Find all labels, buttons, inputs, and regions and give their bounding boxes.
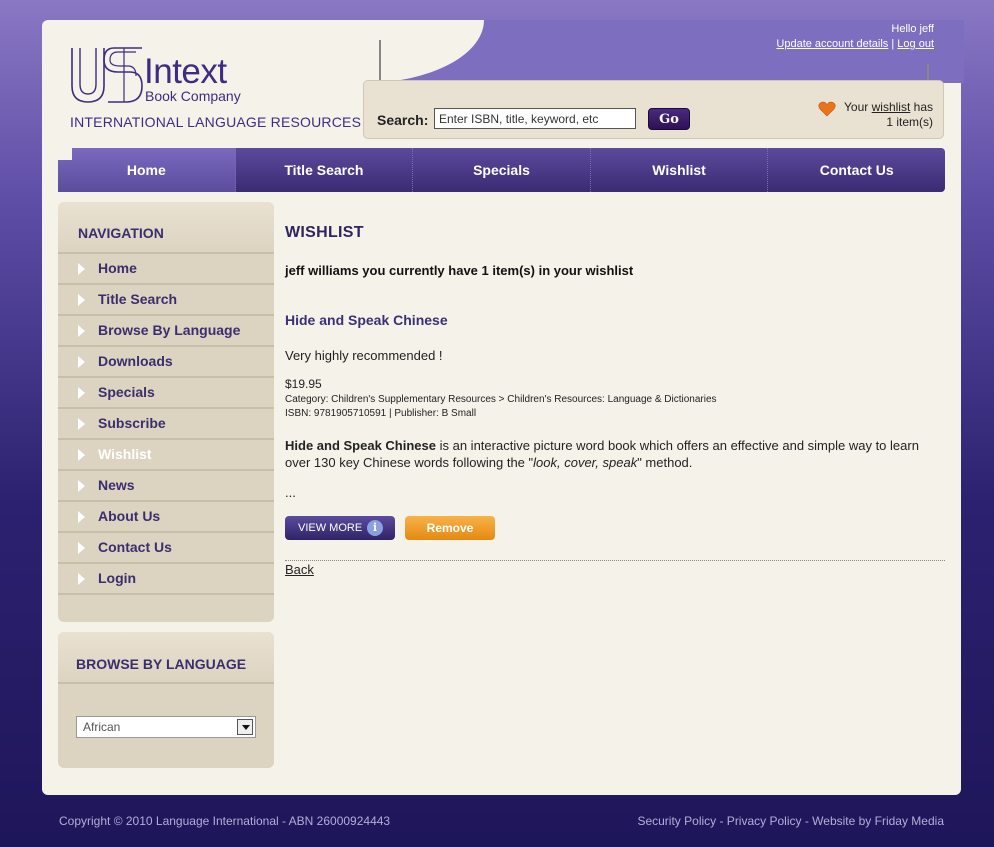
info-icon: i [367,520,383,536]
arrow-right-icon [78,325,85,337]
sidebar-item-label: Specials [98,384,155,400]
logo-wordmark: Intext [144,52,227,91]
arrow-right-icon [78,387,85,399]
arrow-right-icon [78,573,85,585]
sidebar-item-label: Contact Us [98,539,172,555]
book-title[interactable]: Hide and Speak Chinese [285,312,448,328]
search-panel: Search: Go Your wishlist has 1 item(s) [363,80,944,139]
view-more-button[interactable]: VIEW MORE i [285,516,395,540]
book-recommendation: Very highly recommended ! [285,348,443,363]
browse-by-language-heading: BROWSE BY LANGUAGE [58,632,274,684]
book-desc-part2: " method. [637,455,693,470]
page-title: WISHLIST [285,224,364,241]
greeting: Hello jeff [891,23,934,35]
sidebar-item-about-us[interactable]: About Us [58,502,274,533]
sidebar-item-subscribe[interactable]: Subscribe [58,409,274,440]
sidebar-item-label: Title Search [98,291,178,307]
nav-home[interactable]: Home [58,148,236,192]
nav-contact-us[interactable]: Contact Us [768,148,945,192]
search-label: Search: [377,112,429,128]
logo-mark-icon [71,47,143,103]
book-isbn-publisher: ISBN: 9781905710591 | Publisher: B Small [285,408,477,419]
browse-by-language-panel: BROWSE BY LANGUAGE African [58,632,274,768]
nav-specials[interactable]: Specials [413,148,591,192]
wishlist-count: 1 item(s) [886,115,933,129]
wishlist-summary: Your wishlist has 1 item(s) [844,100,933,130]
wishlist-link[interactable]: wishlist [872,100,911,114]
sidebar-item-login[interactable]: Login [58,564,274,595]
sidebar-item-contact-us[interactable]: Contact Us [58,533,274,564]
arrow-right-icon [78,480,85,492]
language-select[interactable]: African [76,716,256,738]
book-ellipsis: ... [285,485,296,500]
user-separator: | [891,38,895,50]
chevron-down-icon[interactable] [237,719,253,735]
arrow-right-icon [78,542,85,554]
book-desc-title: Hide and Speak Chinese [285,438,436,453]
sidebar-item-label: Browse By Language [98,322,241,338]
search-input[interactable] [434,108,636,129]
remove-button[interactable]: Remove [405,516,495,540]
arrow-right-icon [78,449,85,461]
book-category: Category: Children's Supplementary Resou… [285,394,717,405]
sidebar-item-label: Login [98,570,137,586]
arrow-right-icon [78,511,85,523]
language-selected-value: African [83,720,121,734]
main-nav: Home Title Search Specials Wishlist Cont… [58,148,945,192]
wishlist-message: jeff williams you currently have 1 item(… [285,263,634,278]
book-description: Hide and Speak Chinese is an interactive… [285,437,945,471]
wishlist-suffix: has [913,100,933,114]
sidebar-item-label: Home [98,260,137,276]
book-desc-italic: look, cover, speak [533,455,638,470]
sidebar-item-label: Subscribe [98,415,166,431]
back-link[interactable]: Back [285,562,314,577]
sidebar-item-specials[interactable]: Specials [58,378,274,409]
divider [285,560,945,561]
footer-links[interactable]: Security Policy - Privacy Policy - Websi… [637,814,944,828]
arrow-right-icon [78,418,85,430]
nav-corner-fold [58,148,72,160]
sidebar-item-wishlist[interactable]: Wishlist [58,440,274,471]
sidebar-item-news[interactable]: News [58,471,274,502]
user-bar: Hello jeff Update account details | Log … [776,22,934,52]
sidebar-navigation: NAVIGATION Home Title Search Browse By L… [58,202,274,622]
update-account-link[interactable]: Update account details [776,38,888,50]
sidebar-item-title-search[interactable]: Title Search [58,285,274,316]
sidebar-heading: NAVIGATION [58,202,274,254]
footer-copyright: Copyright © 2010 Language International … [59,814,391,828]
sidebar-item-label: News [98,477,135,493]
arrow-right-icon [78,263,85,275]
sidebar-item-label: About Us [98,508,161,524]
book-price: $19.95 [285,377,322,391]
go-button[interactable]: Go [648,108,690,130]
wishlist-prefix: Your [844,100,869,114]
logo-subtitle: Book Company [145,88,241,104]
sidebar-item-label: Wishlist [98,446,152,462]
arrow-right-icon [78,294,85,306]
logo-tagline: INTERNATIONAL LANGUAGE RESOURCES [70,114,362,130]
view-more-label: VIEW MORE [298,522,363,534]
nav-title-search[interactable]: Title Search [236,148,414,192]
sidebar-item-browse-by-language[interactable]: Browse By Language [58,316,274,347]
heart-icon [818,101,836,117]
sidebar-item-label: Downloads [98,353,173,369]
nav-wishlist[interactable]: Wishlist [591,148,769,192]
logout-link[interactable]: Log out [897,38,934,50]
logo[interactable]: Intext Book Company INTERNATIONAL LANGUA… [70,42,361,132]
arrow-right-icon [78,356,85,368]
sidebar-item-home[interactable]: Home [58,254,274,285]
sidebar-item-downloads[interactable]: Downloads [58,347,274,378]
